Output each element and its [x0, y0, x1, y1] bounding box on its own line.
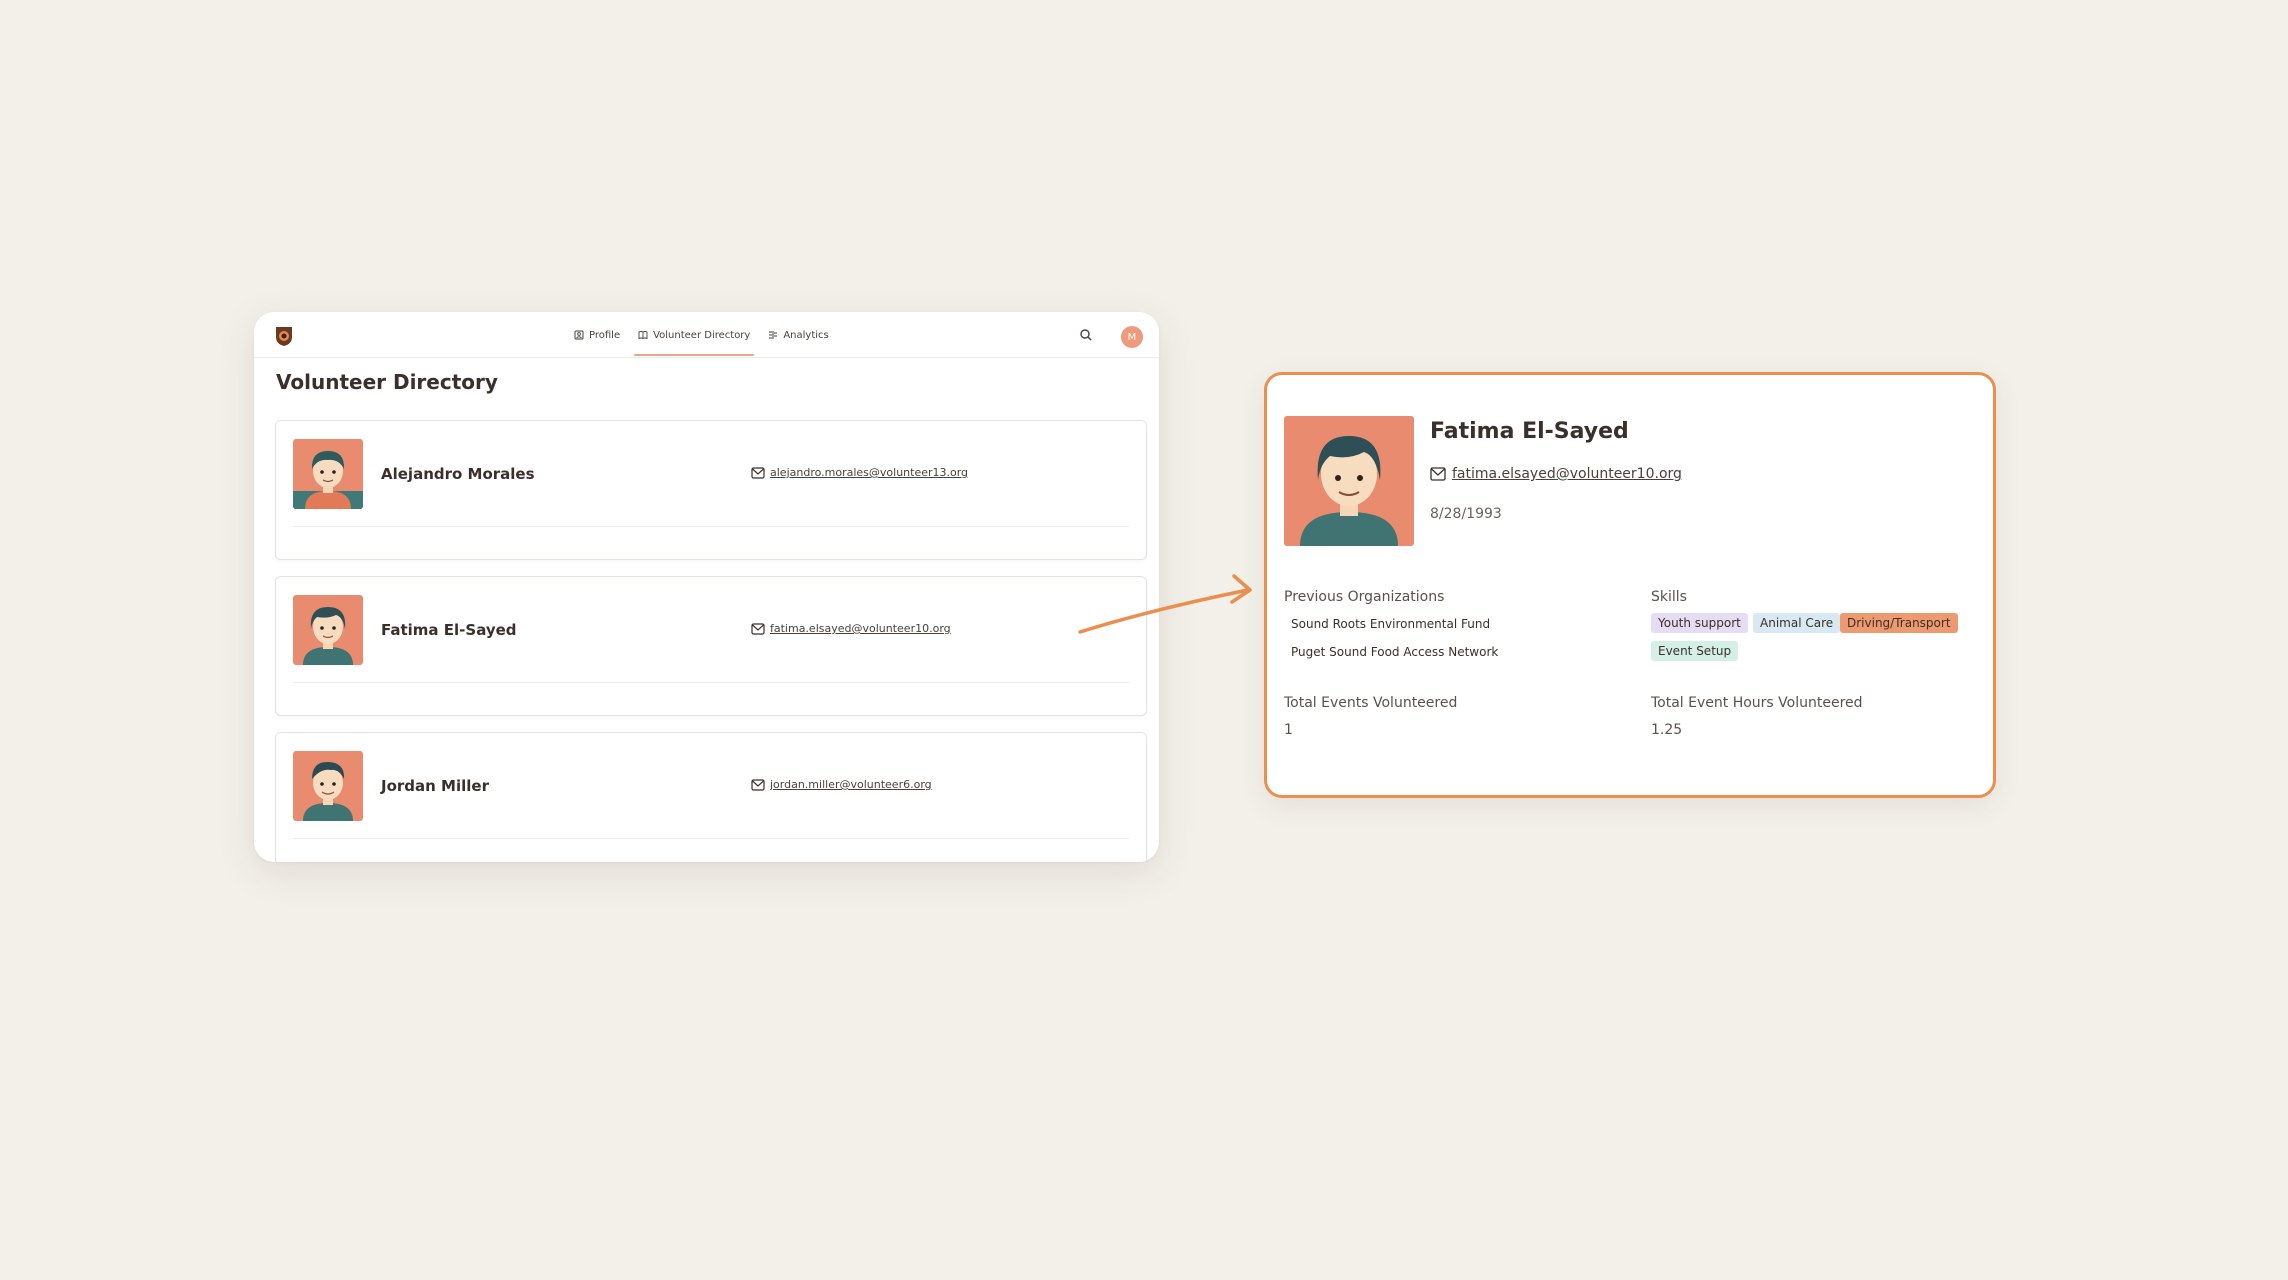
search-icon[interactable]: [1078, 327, 1094, 343]
avatar: [293, 751, 363, 821]
email-link[interactable]: alejandro.morales@volunteer13.org: [770, 466, 968, 479]
analytics-icon: [769, 331, 778, 339]
volunteer-detail-card: Fatima El-Sayed fatima.elsayed@volunteer…: [1264, 372, 1996, 798]
volunteer-name: Alejandro Morales: [381, 465, 535, 483]
user-avatar[interactable]: M: [1121, 326, 1143, 348]
mail-icon: [751, 466, 765, 479]
previous-organizations-label: Previous Organizations: [1284, 589, 1445, 605]
avatar: [293, 595, 363, 665]
skill-tag: Animal Care: [1753, 613, 1841, 633]
skill-tag: Event Setup: [1651, 641, 1739, 661]
top-navigation: Profile Volunteer Directory Analytics M: [254, 312, 1159, 358]
volunteer-email: alejandro.morales@volunteer13.org: [751, 466, 968, 479]
card-divider: [293, 838, 1129, 839]
tab-volunteer-directory[interactable]: Volunteer Directory: [630, 312, 758, 358]
app-window: Profile Volunteer Directory Analytics M …: [254, 312, 1159, 862]
logo-icon[interactable]: [274, 325, 294, 347]
profile-icon: [574, 330, 584, 340]
page-title: Volunteer Directory: [276, 370, 498, 394]
mail-icon: [1430, 467, 1446, 481]
email-link[interactable]: jordan.miller@volunteer6.org: [770, 778, 932, 791]
skill-tag: Youth support: [1651, 613, 1748, 633]
date-of-birth: 8/28/1993: [1430, 506, 1502, 522]
mail-icon: [751, 622, 765, 635]
detail-email: fatima.elsayed@volunteer10.org: [1430, 466, 1682, 482]
tab-profile-label: Profile: [589, 329, 621, 341]
email-link[interactable]: fatima.elsayed@volunteer10.org: [1452, 466, 1682, 482]
email-link[interactable]: fatima.elsayed@volunteer10.org: [770, 622, 951, 635]
total-hours-value: 1.25: [1651, 722, 1683, 738]
card-divider: [293, 526, 1129, 527]
card-divider: [293, 682, 1129, 683]
volunteer-card[interactable]: Jordan Miller jordan.miller@volunteer6.o…: [275, 732, 1147, 862]
total-hours-label: Total Event Hours Volunteered: [1651, 695, 1863, 711]
skills-label: Skills: [1651, 589, 1687, 605]
nav-tabs: Profile Volunteer Directory Analytics: [566, 312, 837, 358]
tab-profile[interactable]: Profile: [566, 312, 628, 358]
volunteer-card[interactable]: Alejandro Morales alejandro.morales@volu…: [275, 420, 1147, 560]
arrow-icon: [1078, 574, 1252, 634]
volunteer-name: Jordan Miller: [381, 777, 489, 795]
total-events-label: Total Events Volunteered: [1284, 695, 1458, 711]
tab-analytics[interactable]: Analytics: [760, 312, 836, 358]
volunteer-card[interactable]: Fatima El-Sayed fatima.elsayed@volunteer…: [275, 576, 1147, 716]
detail-name: Fatima El-Sayed: [1430, 419, 1629, 444]
avatar: [1284, 416, 1414, 546]
book-icon: [638, 331, 648, 340]
tab-volunteer-directory-label: Volunteer Directory: [653, 329, 751, 341]
mail-icon: [751, 778, 765, 791]
avatar: [293, 439, 363, 509]
volunteer-email: jordan.miller@volunteer6.org: [751, 778, 932, 791]
tab-analytics-label: Analytics: [783, 329, 829, 341]
organization-item: Puget Sound Food Access Network: [1291, 645, 1499, 659]
skill-tag: Driving/Transport: [1840, 613, 1958, 633]
volunteer-name: Fatima El-Sayed: [381, 621, 517, 639]
volunteer-email: fatima.elsayed@volunteer10.org: [751, 622, 951, 635]
organization-item: Sound Roots Environmental Fund: [1291, 617, 1491, 631]
total-events-value: 1: [1284, 722, 1293, 738]
